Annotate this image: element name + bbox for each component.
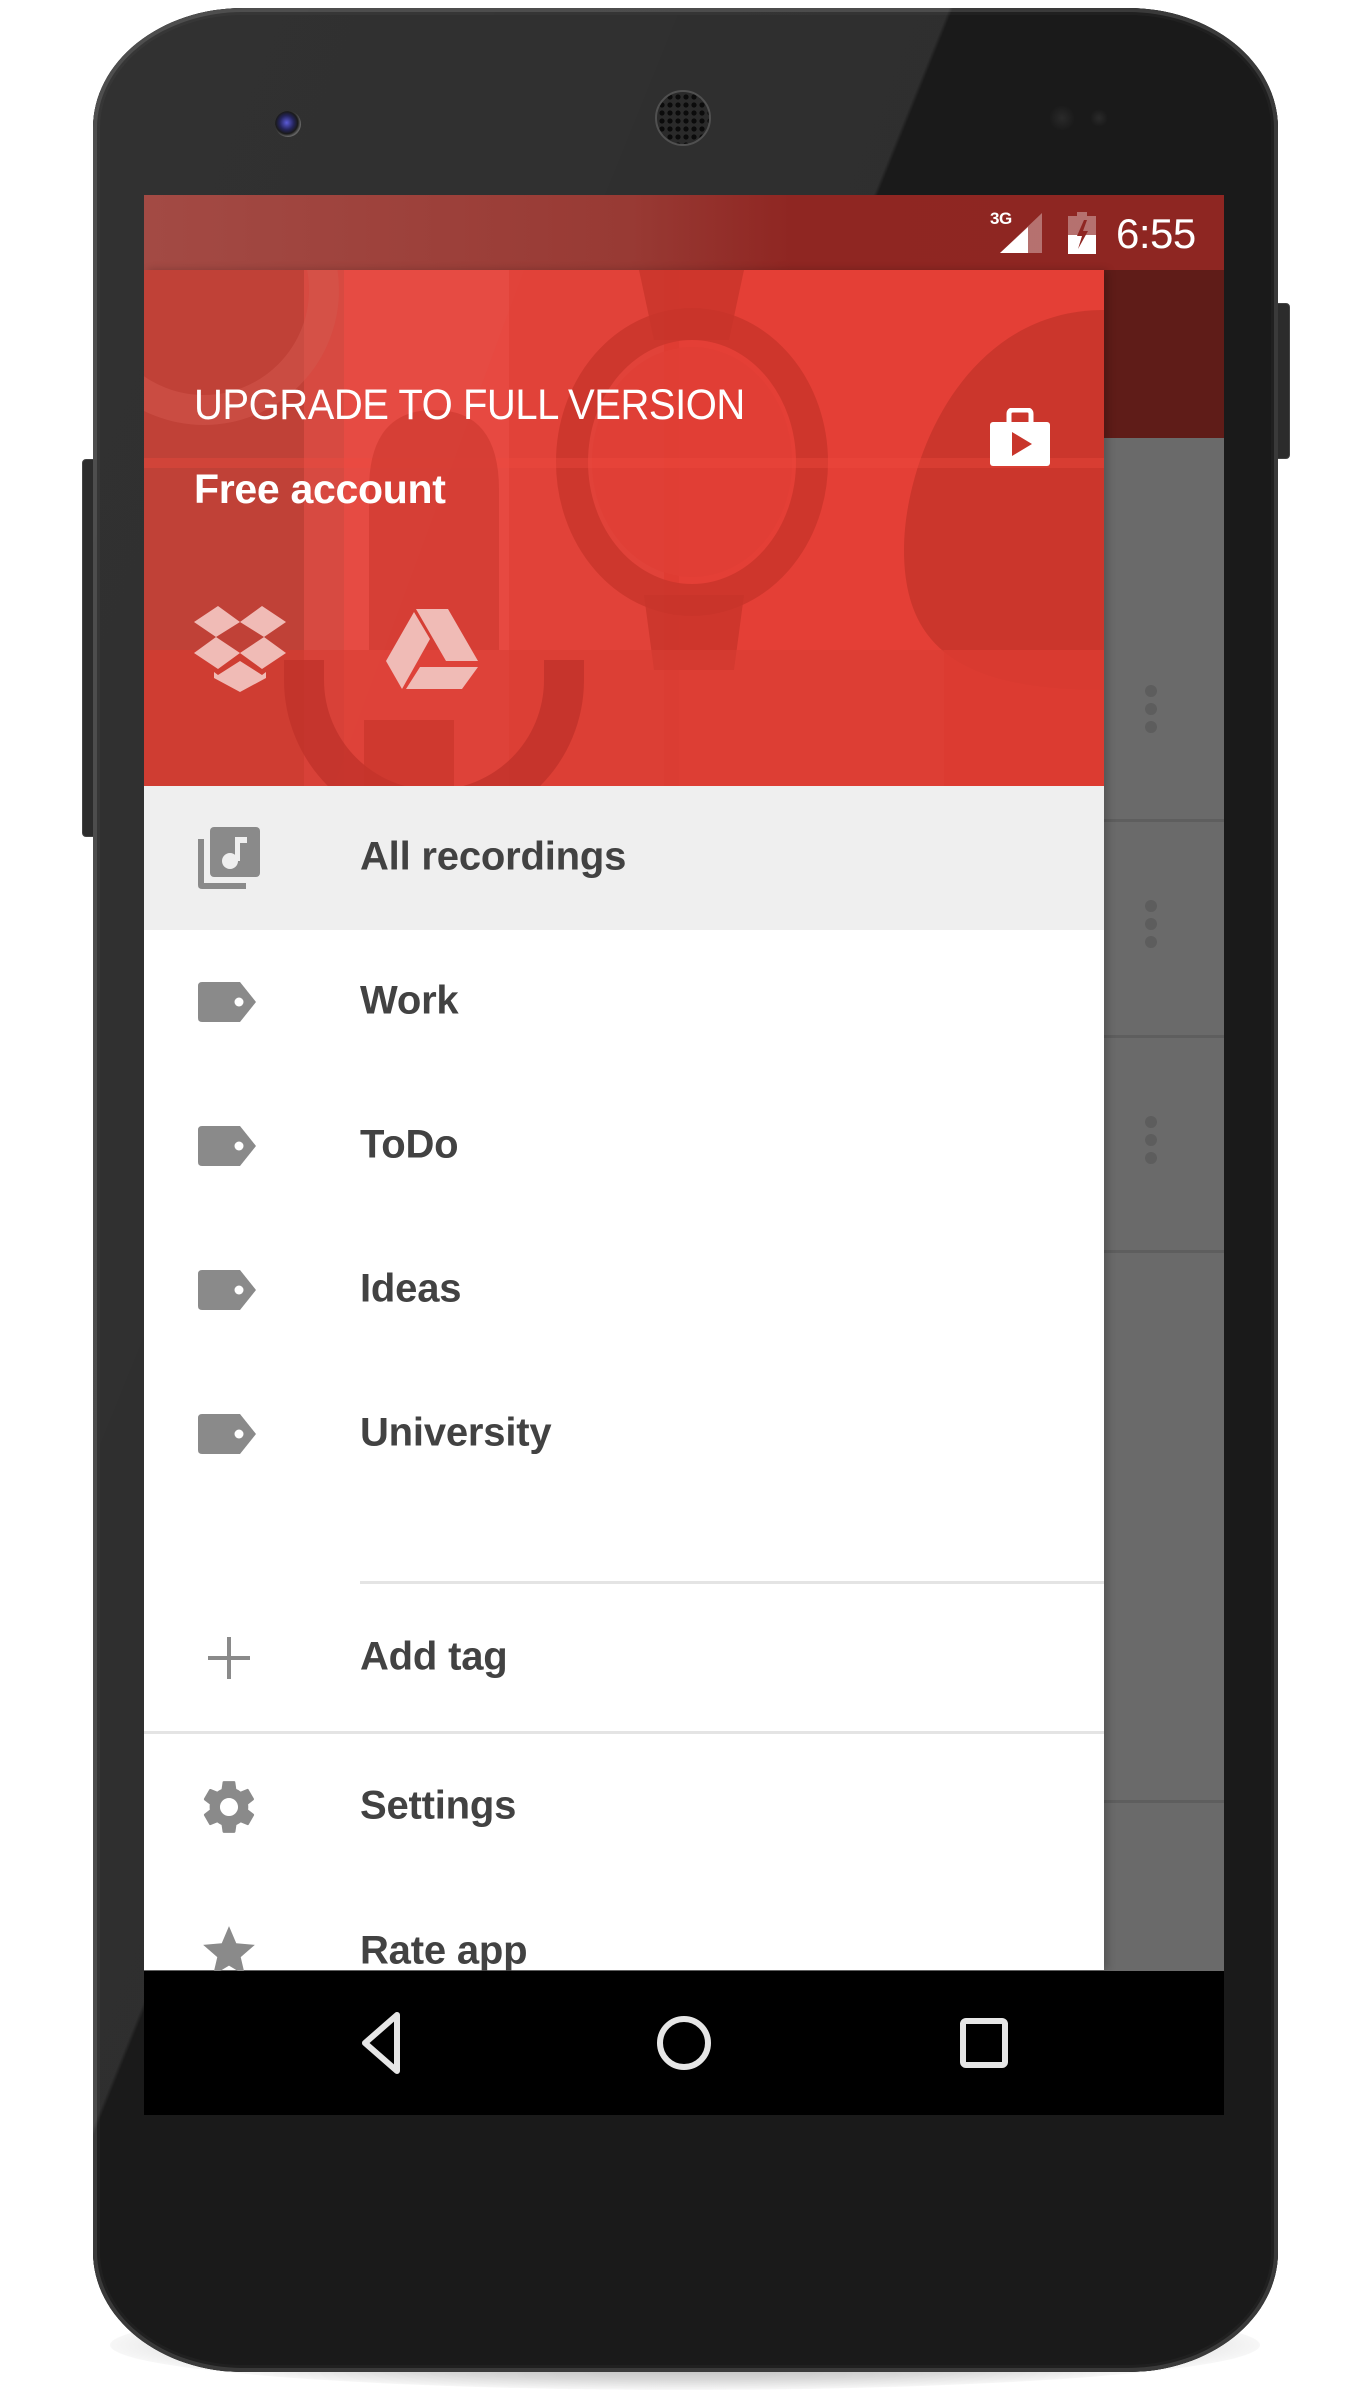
screen: 3G 6:55 UPGRADE TO FULL VERSION Free acc…	[144, 195, 1224, 2115]
drawer-item-todo[interactable]: ToDo	[144, 1074, 1104, 1218]
front-camera	[275, 111, 301, 137]
home-icon[interactable]	[639, 2001, 729, 2085]
drawer-item-label: University	[360, 1410, 552, 1455]
drawer-item-all-recordings[interactable]: All recordings	[144, 786, 1104, 930]
drawer-item-ideas[interactable]: Ideas	[144, 1218, 1104, 1362]
tag-icon	[198, 1126, 256, 1166]
drawer-item-label: Work	[360, 978, 459, 1023]
account-status: Free account	[194, 466, 446, 512]
earpiece-speaker	[655, 90, 711, 146]
more-vert-icon[interactable]	[1145, 900, 1157, 954]
drawer-item-university[interactable]: University	[144, 1362, 1104, 1506]
clock: 6:55	[1116, 210, 1196, 257]
upgrade-link[interactable]: UPGRADE TO FULL VERSION	[194, 381, 745, 430]
google-drive-icon[interactable]	[386, 609, 478, 689]
drawer-item-label: ToDo	[360, 1122, 459, 1167]
tag-icon	[198, 1270, 256, 1310]
gear-icon	[203, 1781, 255, 1833]
navigation-drawer: UPGRADE TO FULL VERSION Free account All…	[144, 270, 1104, 1976]
plus-icon	[208, 1636, 250, 1679]
play-store-icon[interactable]	[990, 408, 1050, 468]
drawer-item-label: Rate app	[360, 1928, 528, 1973]
add-tag-button[interactable]: Add tag	[144, 1584, 1104, 1731]
tag-icon	[198, 982, 256, 1022]
proximity-sensor	[1049, 105, 1075, 131]
header-background-pattern	[144, 270, 1104, 786]
drawer-item-label: All recordings	[360, 834, 627, 879]
dropbox-icon[interactable]	[194, 606, 286, 692]
power-button	[1276, 303, 1290, 459]
drawer-header: UPGRADE TO FULL VERSION Free account	[144, 270, 1104, 786]
drawer-item-work[interactable]: Work	[144, 930, 1104, 1074]
drawer-item-label: Ideas	[360, 1266, 462, 1311]
recents-icon[interactable]	[939, 2001, 1029, 2085]
library-music-icon	[198, 827, 260, 889]
navigation-bar	[144, 1971, 1224, 2115]
battery-charging-icon	[1068, 212, 1096, 254]
more-vert-icon[interactable]	[1145, 685, 1157, 739]
signal-icon	[1000, 213, 1042, 253]
drawer-item-label: Settings	[360, 1783, 517, 1828]
more-vert-icon[interactable]	[1145, 1116, 1157, 1170]
tag-icon	[198, 1414, 256, 1454]
drawer-item-settings[interactable]: Settings	[144, 1734, 1104, 1880]
back-icon[interactable]	[337, 2001, 427, 2085]
light-sensor	[1090, 109, 1108, 127]
add-tag-label: Add tag	[360, 1634, 508, 1679]
status-bar: 3G 6:55	[144, 195, 1224, 270]
